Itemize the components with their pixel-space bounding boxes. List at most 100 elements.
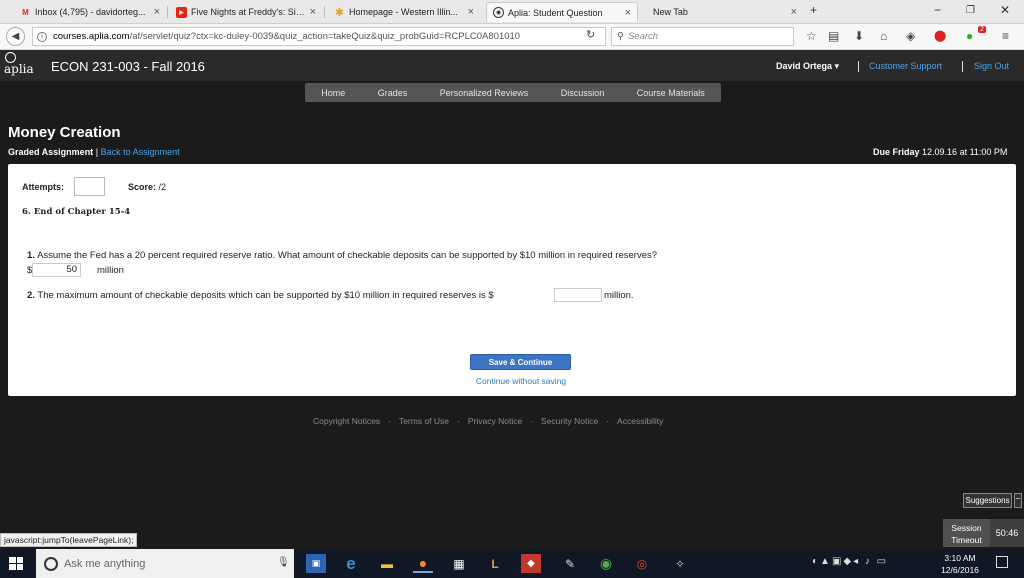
reading-list-icon[interactable]: ▤ (828, 29, 839, 43)
footer-terms-link[interactable]: Terms of Use (399, 416, 449, 426)
session-timeout-label: Session Timeout (943, 519, 990, 547)
windows-taskbar: Ask me anything 🎙 ▣ e ▬ ● ▦ L ◆ ✎ ◉ ◎ ✧ … (0, 549, 1024, 578)
q1-answer-input[interactable]: 50 (32, 263, 81, 277)
tab-gmail[interactable]: M Inbox (4,795) - davidorteg... × (14, 2, 166, 22)
user-menu[interactable]: David Ortega ▾ (776, 61, 839, 72)
score: Score: /2 (128, 182, 166, 192)
clock-time: 3:10 AM (944, 553, 976, 563)
tab-label: Inbox (4,795) - davidorteg... (35, 7, 146, 17)
tab-separator (167, 6, 168, 18)
browser-search-input[interactable]: ⚲ Search (611, 27, 794, 46)
extension-icon[interactable]: ● (966, 29, 973, 43)
menu-home[interactable]: Home (321, 88, 345, 98)
suggestions-button[interactable]: Suggestions (963, 493, 1012, 508)
app-tools-icon[interactable]: ✧ (670, 554, 690, 573)
league-icon[interactable]: L (485, 554, 505, 573)
cortana-icon (44, 556, 58, 571)
gmail-icon: M (22, 7, 29, 17)
score-label: Score: (128, 182, 157, 192)
chrome-icon[interactable]: ◉ (596, 554, 616, 573)
q2-answer-input[interactable] (554, 288, 602, 302)
adblock-icon[interactable]: ⬤ (934, 29, 946, 42)
info-icon[interactable]: i (37, 31, 47, 42)
minimize-icon[interactable]: − (934, 3, 941, 17)
footer-separator: · (388, 416, 391, 426)
footer-copyright-link[interactable]: Copyright Notices (313, 416, 380, 426)
windows-start-icon[interactable] (9, 557, 23, 570)
due-value: 12.09.16 at 11:00 PM (922, 147, 1008, 157)
tab-youtube[interactable]: ▶ Five Nights at Freddy's: Sis... × (170, 2, 322, 22)
address-bar[interactable]: i courses.aplia.com/af/servlet/quiz?ctx=… (32, 27, 606, 46)
bookmark-star-icon[interactable]: ☆ (806, 29, 817, 43)
home-icon[interactable]: ⌂ (880, 29, 887, 43)
close-icon[interactable]: × (468, 6, 474, 18)
q1-unit: million (97, 265, 124, 276)
menu-grades[interactable]: Grades (378, 88, 408, 98)
app-red-icon[interactable]: ◆ (521, 554, 541, 573)
search-placeholder: Search (627, 31, 659, 42)
hamburger-menu-icon[interactable]: ≡ (1002, 29, 1009, 43)
footer-privacy-link[interactable]: Privacy Notice (468, 416, 522, 426)
continue-without-saving-link[interactable]: Continue without saving (465, 376, 577, 386)
sign-out-link[interactable]: Sign Out (974, 61, 1009, 71)
window-close-icon[interactable]: ✕ (1000, 3, 1010, 17)
cortana-placeholder: Ask me anything (64, 557, 146, 570)
microphone-icon[interactable]: 🎙 (277, 557, 290, 568)
edge-icon[interactable]: e (341, 554, 361, 573)
new-tab-plus-icon[interactable]: + (810, 3, 817, 17)
reload-icon[interactable]: ↻ (586, 28, 595, 41)
question-panel: Attempts: Score: /2 6. End of Chapter 15… (8, 164, 1016, 396)
aplia-icon: ◉ (493, 7, 504, 18)
app-target-icon[interactable]: ◎ (632, 554, 652, 573)
system-tray-icons[interactable]: ◐▲▣◆◂ ♪ ▭ (812, 556, 888, 567)
tab-label: New Tab (653, 7, 688, 17)
cortana-search-input[interactable]: Ask me anything (36, 549, 294, 578)
header-divider (858, 61, 859, 72)
close-icon[interactable]: × (154, 6, 160, 18)
close-icon[interactable]: × (625, 7, 631, 19)
save-continue-button[interactable]: Save & Continue (470, 354, 571, 370)
action-center-icon[interactable] (996, 556, 1008, 568)
app-pen-icon[interactable]: ✎ (560, 554, 580, 573)
back-to-assignment-link[interactable]: Back to Assignment (101, 147, 180, 157)
question-1: 1. Assume the Fed has a 20 percent requi… (27, 250, 657, 261)
tab-label: Aplia: Student Question (508, 7, 603, 18)
aplia-logo[interactable]: aplia (4, 52, 34, 75)
tab-aplia[interactable]: ◉ Aplia: Student Question × (486, 2, 638, 22)
close-icon[interactable]: × (310, 6, 316, 18)
menu-discussion[interactable]: Discussion (561, 88, 605, 98)
tab-label: Five Nights at Freddy's: Sis... (191, 7, 306, 17)
assignment-kind: Graded Assignment (8, 147, 94, 157)
clock-date: 12/6/2016 (941, 565, 979, 575)
minimize-icon[interactable]: − (1014, 493, 1022, 508)
logo-text: aplia (4, 62, 34, 76)
footer-security-link[interactable]: Security Notice (541, 416, 598, 426)
download-icon[interactable]: ⬇ (854, 29, 864, 43)
customer-support-link[interactable]: Customer Support (869, 61, 942, 71)
taskbar-clock[interactable]: 3:10 AM 12/6/2016 (932, 552, 988, 576)
tab-western-illinois[interactable]: ✱ Homepage - Western Illin... × (328, 2, 480, 22)
store-icon[interactable]: ▦ (449, 554, 469, 573)
due-date: Due Friday 12.09.16 at 11:00 PM (873, 147, 1007, 157)
file-explorer-icon[interactable]: ▬ (377, 554, 397, 573)
page-title: Money Creation (8, 124, 121, 141)
firefox-icon[interactable]: ● (413, 554, 433, 573)
menu-course-materials[interactable]: Course Materials (637, 88, 705, 98)
footer-accessibility-link[interactable]: Accessibility (617, 416, 663, 426)
question-2: 2. The maximum amount of checkable depos… (27, 290, 494, 301)
question-number: 1. (27, 250, 35, 261)
back-arrow-icon[interactable]: ◀ (6, 27, 25, 46)
header-divider (962, 61, 963, 72)
youtube-icon: ▶ (176, 6, 187, 18)
q2-unit: million. (604, 290, 634, 301)
tab-new-tab[interactable]: New Tab × (643, 2, 803, 22)
pocket-icon[interactable]: ◈ (906, 29, 915, 43)
task-view-icon[interactable]: ▣ (306, 554, 326, 573)
menu-personalized-reviews[interactable]: Personalized Reviews (440, 88, 529, 98)
tab-separator (324, 6, 325, 18)
notification-badge[interactable]: 2 (978, 26, 986, 33)
search-icon: ⚲ (617, 31, 624, 42)
close-icon[interactable]: × (791, 6, 797, 18)
assignment-subtitle: Graded Assignment | Back to Assignment (8, 147, 180, 157)
restore-icon[interactable]: ❐ (966, 5, 975, 16)
